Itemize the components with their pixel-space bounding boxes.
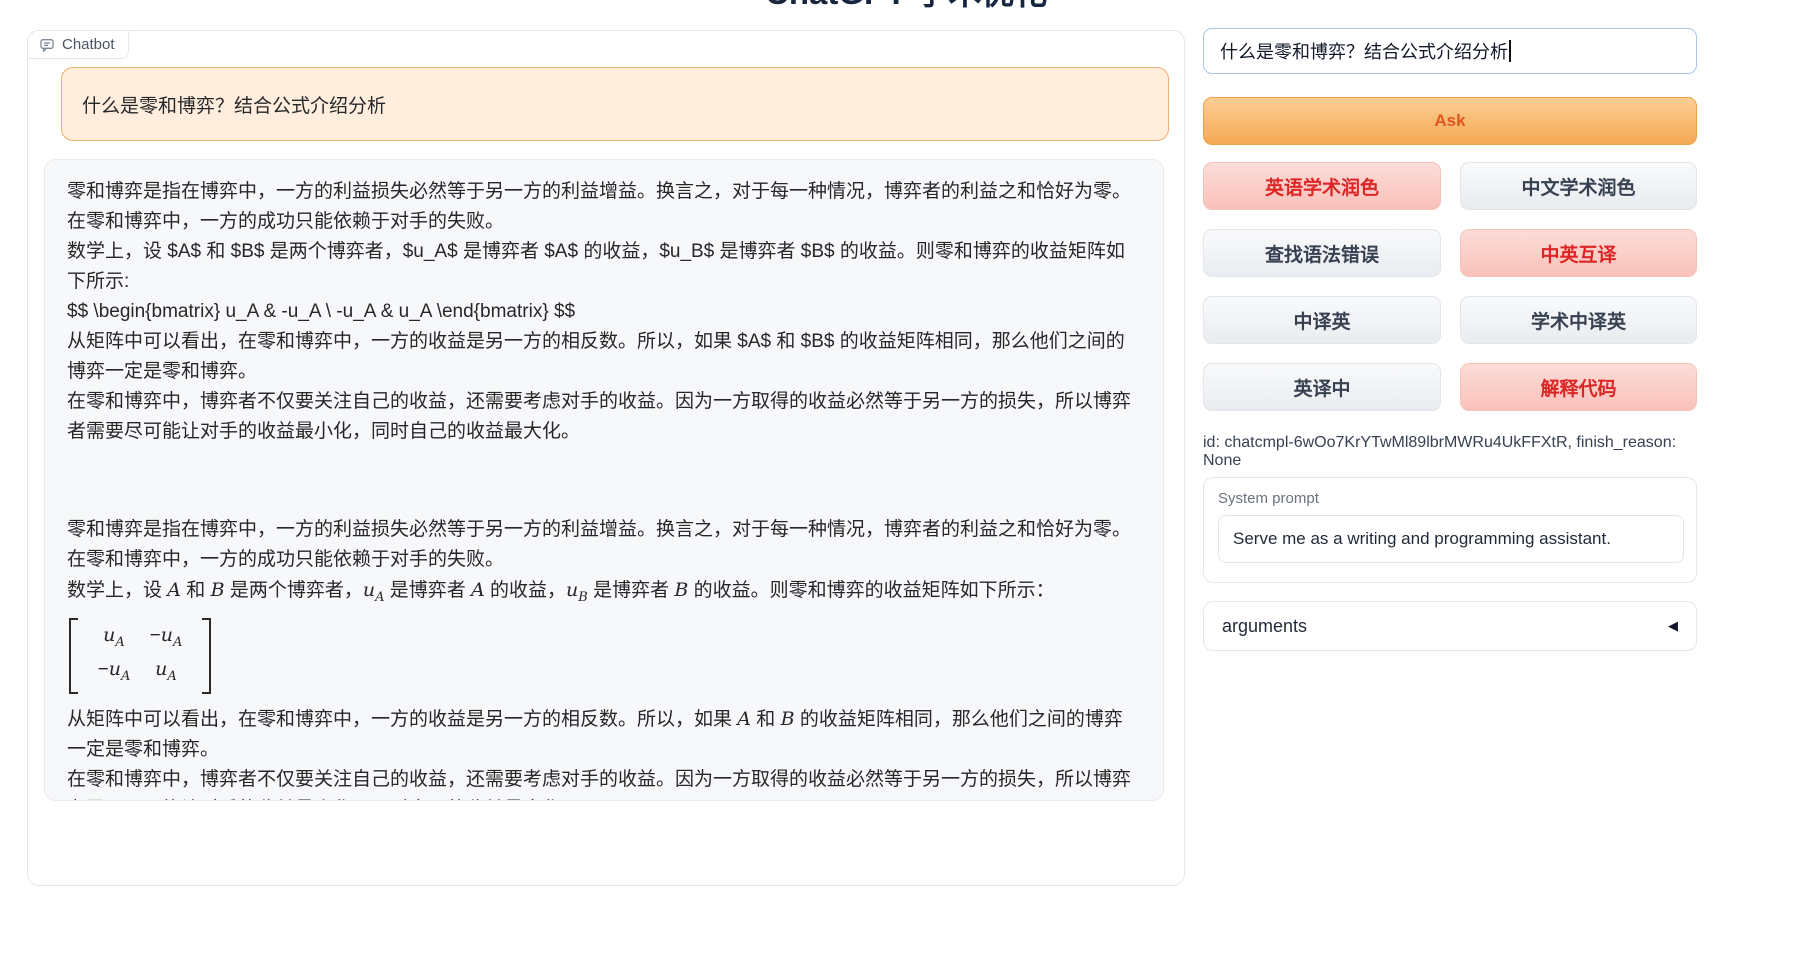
- arguments-accordion[interactable]: arguments ◀: [1203, 601, 1697, 651]
- bot-message-rendered: 零和博弈是指在博弈中，一方的利益损失必然等于另一方的利益增益。换言之，对于每一种…: [67, 515, 1141, 801]
- function-button[interactable]: 解释代码: [1460, 363, 1697, 411]
- system-prompt-label: System prompt: [1218, 490, 1682, 507]
- page: ChatGPT 学术优化 Chatbot 什么是零和博弈？结合公式介绍分析 零和…: [0, 0, 1814, 961]
- page-title: ChatGPT 学术优化: [765, 0, 1105, 9]
- chatbot-label-text: Chatbot: [62, 36, 115, 53]
- user-message-bubble: 什么是零和博弈？结合公式介绍分析: [61, 67, 1169, 141]
- ask-button-label: Ask: [1434, 111, 1465, 131]
- function-button[interactable]: 英译中: [1203, 363, 1441, 411]
- arguments-accordion-label: arguments: [1222, 616, 1307, 637]
- function-button[interactable]: 学术中译英: [1460, 296, 1697, 344]
- text-cursor: [1509, 40, 1511, 62]
- function-button[interactable]: 中文学术润色: [1460, 162, 1697, 210]
- page-title-clipped: ChatGPT 学术优化: [765, 0, 1105, 9]
- bot-rendered-paragraph-2: 从矩阵中可以看出，在零和博弈中，一方的收益是另一方的相反数。所以，如果 A 和 …: [67, 704, 1141, 801]
- completion-meta-line: id: chatcmpl-6wOo7KrYTwMl89lbrMWRu4UkFFX…: [1203, 434, 1697, 470]
- function-button-grid: 英语学术润色中文学术润色查找语法错误中英互译中译英学术中译英英译中解释代码: [1203, 162, 1697, 411]
- query-input-value: 什么是零和博弈？结合公式介绍分析: [1220, 38, 1508, 64]
- function-button[interactable]: 中英互译: [1460, 229, 1697, 277]
- chatbot-label: Chatbot: [27, 30, 129, 59]
- function-button[interactable]: 查找语法错误: [1203, 229, 1441, 277]
- system-prompt-value: Serve me as a writing and programming as…: [1233, 529, 1611, 549]
- bot-message-raw-latex: 零和博弈是指在博弈中，一方的利益损失必然等于另一方的利益增益。换言之，对于每一种…: [67, 177, 1141, 447]
- ask-button[interactable]: Ask: [1203, 97, 1697, 145]
- bot-message-bubble: 零和博弈是指在博弈中，一方的利益损失必然等于另一方的利益增益。换言之，对于每一种…: [44, 159, 1164, 801]
- accordion-collapse-icon: ◀: [1668, 618, 1678, 634]
- bot-rendered-math-line: 数学上，设 A 和 B 是两个博弈者，uA 是博弈者 A 的收益，uB 是博弈者…: [67, 575, 1141, 613]
- bot-rendered-paragraph-1: 零和博弈是指在博弈中，一方的利益损失必然等于另一方的利益增益。换言之，对于每一种…: [67, 515, 1141, 575]
- chat-bubble-icon: [39, 37, 55, 53]
- system-prompt-group: System prompt Serve me as a writing and …: [1203, 477, 1697, 583]
- system-prompt-input[interactable]: Serve me as a writing and programming as…: [1218, 515, 1684, 563]
- query-input[interactable]: 什么是零和博弈？结合公式介绍分析: [1203, 28, 1697, 74]
- user-message-text: 什么是零和博弈？结合公式介绍分析: [82, 91, 386, 118]
- function-button[interactable]: 中译英: [1203, 296, 1441, 344]
- chatbot-panel: Chatbot 什么是零和博弈？结合公式介绍分析 零和博弈是指在博弈中，一方的利…: [27, 30, 1185, 886]
- function-button[interactable]: 英语学术润色: [1203, 162, 1441, 210]
- payoff-matrix: uA−uA−uAuA: [69, 618, 211, 694]
